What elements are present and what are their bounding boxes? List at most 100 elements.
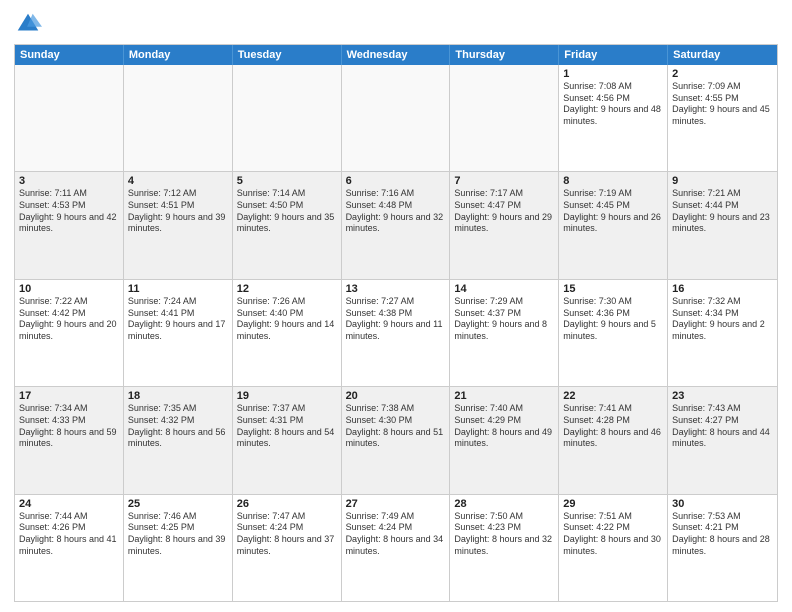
day-info: Sunrise: 7:34 AM Sunset: 4:33 PM Dayligh…: [19, 403, 119, 450]
day-info: Sunrise: 7:16 AM Sunset: 4:48 PM Dayligh…: [346, 188, 446, 235]
calendar-cell: [342, 65, 451, 171]
calendar-cell: [450, 65, 559, 171]
day-info: Sunrise: 7:46 AM Sunset: 4:25 PM Dayligh…: [128, 511, 228, 558]
day-info: Sunrise: 7:24 AM Sunset: 4:41 PM Dayligh…: [128, 296, 228, 343]
day-number: 29: [563, 498, 663, 510]
day-number: 4: [128, 175, 228, 187]
calendar-cell: 21Sunrise: 7:40 AM Sunset: 4:29 PM Dayli…: [450, 387, 559, 493]
day-number: 10: [19, 283, 119, 295]
day-number: 30: [672, 498, 773, 510]
day-number: 14: [454, 283, 554, 295]
calendar-cell: 20Sunrise: 7:38 AM Sunset: 4:30 PM Dayli…: [342, 387, 451, 493]
day-number: 23: [672, 390, 773, 402]
day-number: 27: [346, 498, 446, 510]
day-number: 21: [454, 390, 554, 402]
calendar-cell: 6Sunrise: 7:16 AM Sunset: 4:48 PM Daylig…: [342, 172, 451, 278]
calendar-cell: 13Sunrise: 7:27 AM Sunset: 4:38 PM Dayli…: [342, 280, 451, 386]
weekday-header-saturday: Saturday: [668, 45, 777, 65]
day-info: Sunrise: 7:44 AM Sunset: 4:26 PM Dayligh…: [19, 511, 119, 558]
calendar-cell: [124, 65, 233, 171]
day-info: Sunrise: 7:41 AM Sunset: 4:28 PM Dayligh…: [563, 403, 663, 450]
calendar-cell: 3Sunrise: 7:11 AM Sunset: 4:53 PM Daylig…: [15, 172, 124, 278]
day-number: 25: [128, 498, 228, 510]
day-number: 13: [346, 283, 446, 295]
calendar-row-2: 10Sunrise: 7:22 AM Sunset: 4:42 PM Dayli…: [15, 279, 777, 386]
calendar-cell: [15, 65, 124, 171]
day-info: Sunrise: 7:26 AM Sunset: 4:40 PM Dayligh…: [237, 296, 337, 343]
day-info: Sunrise: 7:51 AM Sunset: 4:22 PM Dayligh…: [563, 511, 663, 558]
day-info: Sunrise: 7:30 AM Sunset: 4:36 PM Dayligh…: [563, 296, 663, 343]
day-number: 22: [563, 390, 663, 402]
weekday-header-monday: Monday: [124, 45, 233, 65]
calendar-cell: 16Sunrise: 7:32 AM Sunset: 4:34 PM Dayli…: [668, 280, 777, 386]
calendar-row-0: 1Sunrise: 7:08 AM Sunset: 4:56 PM Daylig…: [15, 65, 777, 171]
day-info: Sunrise: 7:12 AM Sunset: 4:51 PM Dayligh…: [128, 188, 228, 235]
day-number: 9: [672, 175, 773, 187]
calendar-row-4: 24Sunrise: 7:44 AM Sunset: 4:26 PM Dayli…: [15, 494, 777, 601]
day-number: 2: [672, 68, 773, 80]
day-info: Sunrise: 7:37 AM Sunset: 4:31 PM Dayligh…: [237, 403, 337, 450]
calendar-cell: 23Sunrise: 7:43 AM Sunset: 4:27 PM Dayli…: [668, 387, 777, 493]
day-info: Sunrise: 7:19 AM Sunset: 4:45 PM Dayligh…: [563, 188, 663, 235]
day-number: 6: [346, 175, 446, 187]
calendar-cell: 18Sunrise: 7:35 AM Sunset: 4:32 PM Dayli…: [124, 387, 233, 493]
calendar-cell: 17Sunrise: 7:34 AM Sunset: 4:33 PM Dayli…: [15, 387, 124, 493]
calendar-cell: 28Sunrise: 7:50 AM Sunset: 4:23 PM Dayli…: [450, 495, 559, 601]
calendar-cell: 11Sunrise: 7:24 AM Sunset: 4:41 PM Dayli…: [124, 280, 233, 386]
calendar-cell: 15Sunrise: 7:30 AM Sunset: 4:36 PM Dayli…: [559, 280, 668, 386]
page: SundayMondayTuesdayWednesdayThursdayFrid…: [0, 0, 792, 612]
calendar-cell: 26Sunrise: 7:47 AM Sunset: 4:24 PM Dayli…: [233, 495, 342, 601]
logo: [14, 10, 46, 38]
day-info: Sunrise: 7:43 AM Sunset: 4:27 PM Dayligh…: [672, 403, 773, 450]
day-number: 7: [454, 175, 554, 187]
calendar-cell: 27Sunrise: 7:49 AM Sunset: 4:24 PM Dayli…: [342, 495, 451, 601]
calendar-cell: 4Sunrise: 7:12 AM Sunset: 4:51 PM Daylig…: [124, 172, 233, 278]
day-info: Sunrise: 7:40 AM Sunset: 4:29 PM Dayligh…: [454, 403, 554, 450]
day-info: Sunrise: 7:09 AM Sunset: 4:55 PM Dayligh…: [672, 81, 773, 128]
day-info: Sunrise: 7:49 AM Sunset: 4:24 PM Dayligh…: [346, 511, 446, 558]
day-number: 11: [128, 283, 228, 295]
day-info: Sunrise: 7:27 AM Sunset: 4:38 PM Dayligh…: [346, 296, 446, 343]
day-number: 15: [563, 283, 663, 295]
calendar-cell: [233, 65, 342, 171]
day-number: 8: [563, 175, 663, 187]
day-info: Sunrise: 7:47 AM Sunset: 4:24 PM Dayligh…: [237, 511, 337, 558]
day-info: Sunrise: 7:35 AM Sunset: 4:32 PM Dayligh…: [128, 403, 228, 450]
weekday-header-thursday: Thursday: [450, 45, 559, 65]
day-info: Sunrise: 7:22 AM Sunset: 4:42 PM Dayligh…: [19, 296, 119, 343]
day-info: Sunrise: 7:11 AM Sunset: 4:53 PM Dayligh…: [19, 188, 119, 235]
day-number: 24: [19, 498, 119, 510]
calendar: SundayMondayTuesdayWednesdayThursdayFrid…: [14, 44, 778, 602]
calendar-cell: 5Sunrise: 7:14 AM Sunset: 4:50 PM Daylig…: [233, 172, 342, 278]
day-info: Sunrise: 7:38 AM Sunset: 4:30 PM Dayligh…: [346, 403, 446, 450]
day-info: Sunrise: 7:17 AM Sunset: 4:47 PM Dayligh…: [454, 188, 554, 235]
day-info: Sunrise: 7:08 AM Sunset: 4:56 PM Dayligh…: [563, 81, 663, 128]
day-number: 3: [19, 175, 119, 187]
day-number: 18: [128, 390, 228, 402]
day-number: 17: [19, 390, 119, 402]
calendar-cell: 9Sunrise: 7:21 AM Sunset: 4:44 PM Daylig…: [668, 172, 777, 278]
calendar-cell: 19Sunrise: 7:37 AM Sunset: 4:31 PM Dayli…: [233, 387, 342, 493]
calendar-header: SundayMondayTuesdayWednesdayThursdayFrid…: [15, 45, 777, 65]
calendar-row-1: 3Sunrise: 7:11 AM Sunset: 4:53 PM Daylig…: [15, 171, 777, 278]
header: [14, 10, 778, 38]
day-number: 20: [346, 390, 446, 402]
calendar-cell: 2Sunrise: 7:09 AM Sunset: 4:55 PM Daylig…: [668, 65, 777, 171]
day-info: Sunrise: 7:50 AM Sunset: 4:23 PM Dayligh…: [454, 511, 554, 558]
weekday-header-sunday: Sunday: [15, 45, 124, 65]
day-number: 1: [563, 68, 663, 80]
day-number: 26: [237, 498, 337, 510]
day-info: Sunrise: 7:14 AM Sunset: 4:50 PM Dayligh…: [237, 188, 337, 235]
calendar-cell: 1Sunrise: 7:08 AM Sunset: 4:56 PM Daylig…: [559, 65, 668, 171]
day-info: Sunrise: 7:21 AM Sunset: 4:44 PM Dayligh…: [672, 188, 773, 235]
calendar-cell: 14Sunrise: 7:29 AM Sunset: 4:37 PM Dayli…: [450, 280, 559, 386]
day-number: 5: [237, 175, 337, 187]
day-info: Sunrise: 7:53 AM Sunset: 4:21 PM Dayligh…: [672, 511, 773, 558]
calendar-cell: 7Sunrise: 7:17 AM Sunset: 4:47 PM Daylig…: [450, 172, 559, 278]
calendar-cell: 22Sunrise: 7:41 AM Sunset: 4:28 PM Dayli…: [559, 387, 668, 493]
calendar-cell: 10Sunrise: 7:22 AM Sunset: 4:42 PM Dayli…: [15, 280, 124, 386]
day-number: 12: [237, 283, 337, 295]
calendar-cell: 30Sunrise: 7:53 AM Sunset: 4:21 PM Dayli…: [668, 495, 777, 601]
weekday-header-wednesday: Wednesday: [342, 45, 451, 65]
calendar-cell: 25Sunrise: 7:46 AM Sunset: 4:25 PM Dayli…: [124, 495, 233, 601]
